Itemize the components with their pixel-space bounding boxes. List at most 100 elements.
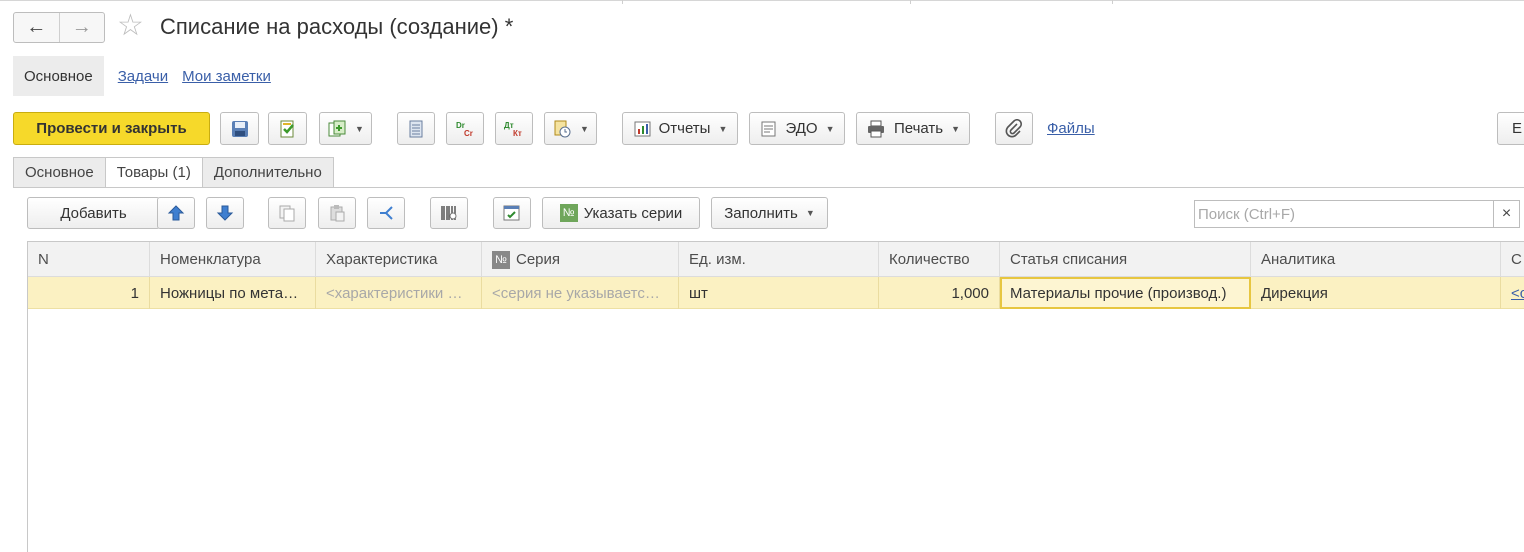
tab-divider	[13, 187, 1524, 188]
save-button[interactable]	[220, 112, 259, 145]
chevron-down-icon: ▼	[805, 208, 815, 218]
more-button[interactable]: Е	[1497, 112, 1524, 145]
chevron-down-icon: ▼	[580, 123, 589, 134]
number-sign-icon: №	[559, 204, 578, 222]
post-and-close-button[interactable]: Провести и закрыть	[13, 112, 210, 145]
top-border	[0, 0, 1524, 1]
cell-expense-item[interactable]: Материалы прочие (производ.)	[1000, 277, 1251, 309]
report-chart-icon	[634, 121, 651, 136]
fill-button[interactable]: Заполнить ▼	[711, 197, 828, 229]
structure-button[interactable]	[397, 112, 435, 145]
list-icon	[409, 120, 423, 137]
dt-kt-icon: ДтКт	[504, 121, 522, 138]
column-header-label: Серия	[516, 251, 561, 268]
tab-additional[interactable]: Дополнительно	[201, 157, 334, 188]
set-series-label: Указать серии	[583, 204, 683, 222]
nav-buttons: ← →	[13, 12, 105, 43]
move-down-button[interactable]	[206, 197, 244, 229]
paperclip-icon	[1005, 118, 1023, 137]
split-row-button[interactable]	[367, 197, 405, 229]
clear-search-button[interactable]: ×	[1493, 201, 1519, 227]
add-row-button[interactable]: Добавить	[27, 197, 160, 229]
cell-quantity[interactable]: 1,000	[879, 277, 1000, 309]
cell-characteristic[interactable]: <характеристики …	[316, 277, 482, 309]
files-link[interactable]: Файлы	[1047, 120, 1095, 137]
top-divider	[1112, 0, 1113, 4]
number-sign-icon: №	[492, 250, 510, 269]
top-divider	[622, 0, 623, 4]
select-items-button[interactable]	[493, 197, 531, 229]
arrow-up-icon	[167, 205, 185, 221]
column-header[interactable]: N	[28, 242, 150, 277]
print-label: Печать	[893, 120, 944, 137]
column-header[interactable]: С	[1501, 242, 1524, 277]
checklist-icon	[503, 205, 520, 221]
arrow-down-icon	[216, 205, 234, 221]
column-header-series[interactable]: № Серия	[482, 242, 679, 277]
forward-button[interactable]: →	[58, 13, 105, 42]
barcode-icon	[441, 206, 457, 220]
cell-analytics[interactable]: Дирекция	[1251, 277, 1501, 309]
section-links: Основное Задачи Мои заметки	[13, 56, 271, 96]
cell-n[interactable]: 1	[28, 277, 150, 309]
tab-goods[interactable]: Товары (1)	[104, 157, 203, 188]
paste-button[interactable]	[318, 197, 356, 229]
section-link-tasks[interactable]: Задачи	[118, 68, 168, 85]
create-based-icon	[328, 120, 346, 136]
back-button[interactable]: ←	[14, 13, 59, 42]
printer-icon	[867, 120, 884, 137]
tab-main[interactable]: Основное	[13, 157, 106, 188]
column-header[interactable]: Количество	[879, 242, 1000, 277]
reports-button[interactable]: Отчеты ▼	[622, 112, 738, 145]
edo-label: ЭДО	[785, 120, 818, 137]
chevron-down-icon: ▼	[825, 123, 835, 134]
page-title: Списание на расходы (создание) *	[160, 14, 514, 39]
column-header[interactable]: Характеристика	[316, 242, 482, 277]
edo-document-icon	[761, 121, 776, 136]
barcode-search-button[interactable]	[430, 197, 468, 229]
column-header[interactable]: Аналитика	[1251, 242, 1501, 277]
chevron-down-icon: ▼	[951, 123, 961, 134]
table-row[interactable]: 1 Ножницы по мета… <характеристики … <се…	[28, 277, 1524, 309]
goods-table: N Номенклатура Характеристика № Серия Ед…	[27, 241, 1524, 552]
table-header: N Номенклатура Характеристика № Серия Ед…	[28, 242, 1524, 277]
tab-bar: Основное Товары (1) Дополнительно	[13, 157, 334, 188]
cell-item[interactable]: Ножницы по мета…	[150, 277, 316, 309]
arrow-right-icon: →	[71, 16, 92, 38]
move-up-button[interactable]	[157, 197, 195, 229]
favorite-star-icon[interactable]: ☆	[117, 11, 144, 41]
dt-kt-button[interactable]: Дт Кт	[495, 112, 533, 145]
svg-text:Кт: Кт	[513, 129, 522, 138]
column-header[interactable]: Номенклатура	[150, 242, 316, 277]
split-icon	[380, 206, 393, 220]
print-button[interactable]: Печать ▼	[856, 112, 970, 145]
svg-text:Cr: Cr	[464, 129, 473, 138]
chevron-down-icon: ▼	[355, 123, 364, 134]
section-link-main[interactable]: Основное	[13, 56, 104, 96]
attach-button[interactable]	[995, 112, 1033, 145]
copy-icon	[279, 205, 295, 222]
set-series-button[interactable]: № Указать серии	[542, 197, 700, 229]
section-link-notes[interactable]: Мои заметки	[182, 68, 271, 85]
copy-button[interactable]	[268, 197, 306, 229]
dr-cr-button[interactable]: Dr Cr	[446, 112, 484, 145]
column-header[interactable]: Ед. изм.	[679, 242, 879, 277]
post-button[interactable]	[268, 112, 307, 145]
dr-cr-icon: DrCr	[456, 121, 473, 138]
edo-button[interactable]: ЭДО ▼	[749, 112, 845, 145]
fill-label: Заполнить	[724, 204, 798, 222]
search-input[interactable]	[1195, 201, 1491, 227]
reports-label: Отчеты	[658, 120, 711, 137]
cell-extra[interactable]: <с	[1501, 277, 1524, 309]
post-document-icon	[280, 120, 294, 137]
chevron-down-icon: ▼	[718, 123, 728, 134]
paste-icon	[330, 205, 345, 222]
column-header[interactable]: Статья списания	[1000, 242, 1251, 277]
cell-series[interactable]: <серия не указываетс…	[482, 277, 679, 309]
search-box: ×	[1194, 200, 1520, 228]
document-clock-icon	[554, 120, 571, 137]
related-docs-button[interactable]: ▼	[544, 112, 597, 145]
cell-unit[interactable]: шт	[679, 277, 879, 309]
floppy-disk-icon	[231, 120, 248, 137]
create-based-on-button[interactable]: ▼	[319, 112, 372, 145]
